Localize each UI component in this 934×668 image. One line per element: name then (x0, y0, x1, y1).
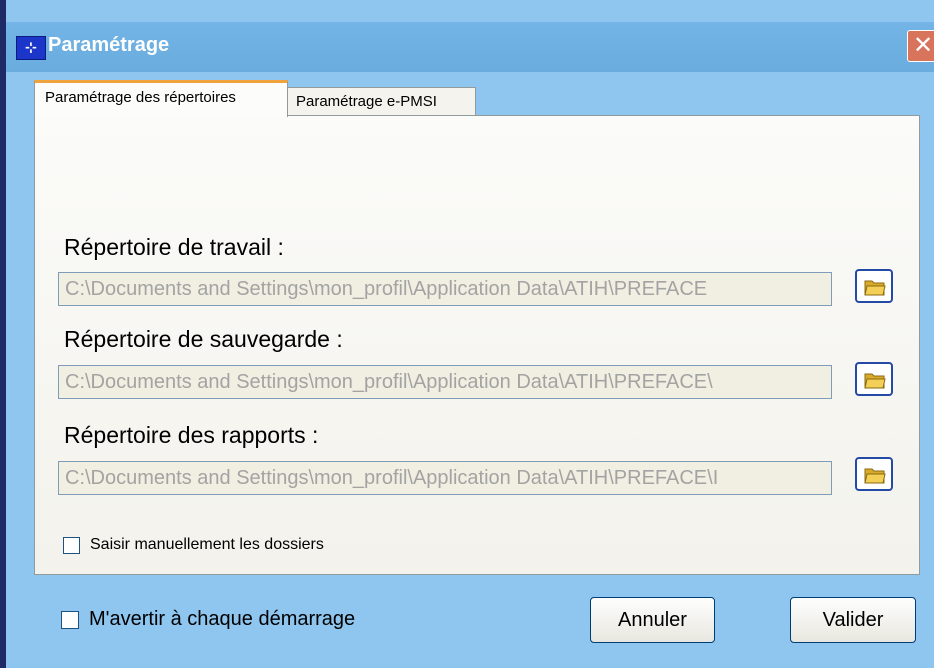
manual-entry-row[interactable]: Saisir manuellement les dossiers (63, 536, 324, 554)
close-button[interactable]: ✕ (907, 30, 934, 62)
work-dir-browse-button[interactable] (855, 269, 893, 303)
startup-warning-checkbox[interactable] (61, 610, 79, 629)
manual-entry-checkbox[interactable] (63, 536, 80, 554)
manual-entry-label: Saisir manuellement les dossiers (90, 536, 324, 553)
backup-dir-browse-button[interactable] (855, 362, 893, 396)
backup-dir-field[interactable]: C:\Documents and Settings\mon_profil\App… (58, 365, 832, 399)
startup-warning-row[interactable]: M'avertir à chaque démarrage (61, 608, 355, 631)
window-edge (0, 0, 6, 668)
reports-dir-field[interactable]: C:\Documents and Settings\mon_profil\App… (58, 461, 832, 495)
folder-icon (864, 280, 886, 296)
settings-dialog: ⊹ Paramétrage ✕ Paramétrage des répertoi… (0, 0, 934, 668)
reports-dir-label: Répertoire des rapports : (64, 422, 319, 448)
tab-directories[interactable]: Paramétrage des répertoires (34, 80, 288, 117)
work-dir-field[interactable]: C:\Documents and Settings\mon_profil\App… (58, 272, 832, 306)
cancel-button[interactable]: Annuler (590, 597, 715, 643)
title-bar[interactable]: ⊹ Paramétrage ✕ (6, 22, 934, 72)
backup-dir-label: Répertoire de sauvegarde : (64, 326, 343, 352)
validate-button[interactable]: Valider (790, 597, 916, 643)
window-title: Paramétrage (48, 34, 170, 56)
reports-dir-browse-button[interactable] (855, 457, 893, 491)
app-icon: ⊹ (16, 36, 46, 60)
work-dir-label: Répertoire de travail : (64, 234, 284, 260)
folder-icon (864, 373, 886, 389)
folder-icon (864, 468, 886, 484)
tab-epmsi[interactable]: Paramétrage e-PMSI (287, 87, 476, 117)
startup-warning-label: M'avertir à chaque démarrage (89, 608, 356, 630)
